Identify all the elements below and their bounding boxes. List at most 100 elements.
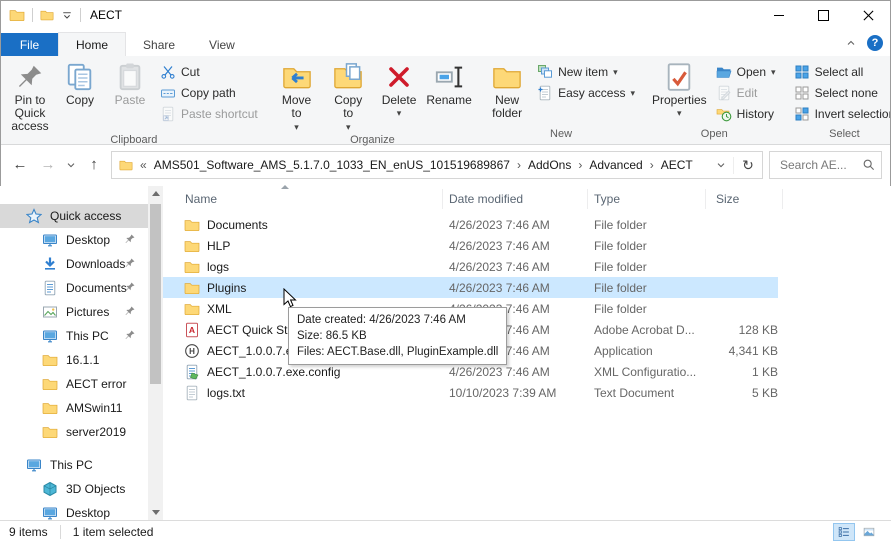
copy-to-button[interactable]: Copy to ▾ <box>322 59 374 133</box>
dropdown-caret-icon: ▾ <box>397 109 402 117</box>
search-icon <box>862 158 876 172</box>
select-none-button[interactable]: Select none <box>789 82 891 103</box>
recent-locations-icon[interactable] <box>65 159 77 171</box>
help-button[interactable]: ? <box>867 35 883 51</box>
file-row-hlp[interactable]: HLP 4/26/2023 7:46 AM File folder <box>163 235 778 256</box>
breadcrumb-advanced[interactable]: Advanced <box>589 158 642 172</box>
details-view-button[interactable] <box>833 523 855 541</box>
address-bar[interactable]: « AMS501_Software_AMS_5.1.7.0_1033_EN_en… <box>112 152 709 178</box>
copy-path-button[interactable]: Copy path <box>155 82 263 103</box>
tab-file[interactable]: File <box>1 33 58 56</box>
copy-icon <box>65 62 95 92</box>
text-document-icon <box>184 385 200 401</box>
large-icons-view-button[interactable] <box>858 523 880 541</box>
copy-button[interactable]: Copy <box>55 59 105 107</box>
back-button[interactable]: ← <box>9 154 31 176</box>
paste-button[interactable]: Paste <box>105 59 155 107</box>
search-input[interactable] <box>778 157 858 173</box>
close-button[interactable] <box>846 0 891 30</box>
breadcrumb-separator: › <box>514 158 524 172</box>
sidebar-item-this-pc[interactable]: This PC <box>0 453 148 477</box>
invert-selection-button[interactable]: Invert selection <box>789 103 891 124</box>
open-button[interactable]: Open ▾ <box>711 61 781 82</box>
paste-shortcut-button[interactable]: Paste shortcut <box>155 103 263 124</box>
file-row-logs[interactable]: logs 4/26/2023 7:46 AM File folder <box>163 256 778 277</box>
qat-customize-icon[interactable] <box>61 9 73 21</box>
sidebar-scrollbar[interactable] <box>148 186 163 520</box>
collapse-ribbon-icon[interactable] <box>845 37 857 49</box>
scrollbar-thumb[interactable] <box>150 204 161 384</box>
breadcrumb-addons[interactable]: AddOns <box>528 158 571 172</box>
refresh-button[interactable]: ↻ <box>733 157 762 174</box>
maximize-button[interactable] <box>801 0 846 30</box>
file-row-documents[interactable]: Documents 4/26/2023 7:46 AM File folder <box>163 214 778 235</box>
edit-button[interactable]: Edit <box>711 82 781 103</box>
dropdown-caret-icon: ▾ <box>346 122 351 132</box>
file-explorer-window: AECT File Home Share View ? Pin to Quick… <box>0 0 891 542</box>
sidebar-item-downloads[interactable]: Downloads <box>0 252 148 276</box>
ribbon-group-select: Select all Select none Invert selection … <box>786 57 891 144</box>
delete-button[interactable]: Delete ▾ <box>374 59 424 117</box>
select-all-button[interactable]: Select all <box>789 61 891 82</box>
easy-access-button[interactable]: Easy access ▾ <box>532 82 640 103</box>
history-button[interactable]: History <box>711 103 781 124</box>
breadcrumb-root[interactable]: AMS501_Software_AMS_5.1.7.0_1033_EN_enUS… <box>154 158 510 172</box>
sidebar-item-3d-objects[interactable]: 3D Objects <box>0 477 148 501</box>
search-box[interactable] <box>769 151 882 179</box>
tab-view[interactable]: View <box>192 33 252 56</box>
minimize-button[interactable] <box>756 0 801 30</box>
forward-button[interactable]: → <box>37 154 59 176</box>
column-header-date-modified[interactable]: Date modified <box>443 189 588 209</box>
scroll-down-button[interactable] <box>148 505 163 520</box>
column-header-name[interactable]: Name <box>163 189 443 209</box>
invert-selection-icon <box>794 106 810 122</box>
breadcrumb-overflow-icon[interactable]: « <box>137 158 150 172</box>
qat-folder-icon[interactable] <box>40 8 54 22</box>
file-row-plugins-selected[interactable]: Plugins 4/26/2023 7:46 AM File folder <box>163 277 778 298</box>
pin-to-quick-access-button[interactable]: Pin to Quick access <box>5 59 55 133</box>
folder-icon <box>184 217 200 233</box>
cut-button[interactable]: Cut <box>155 61 263 82</box>
desktop-icon <box>42 232 58 248</box>
move-to-icon <box>282 62 312 92</box>
sidebar-item-desktop-pc[interactable]: Desktop <box>0 501 148 520</box>
sidebar-item-documents[interactable]: Documents <box>0 276 148 300</box>
column-header-type[interactable]: Type <box>588 189 706 209</box>
folder-icon <box>184 238 200 254</box>
minimize-icon <box>774 15 784 16</box>
downloads-icon <box>42 256 58 272</box>
column-header-size[interactable]: Size <box>706 189 783 209</box>
file-row-logs-txt[interactable]: logs.txt 10/10/2023 7:39 AM Text Documen… <box>163 382 778 403</box>
new-item-button[interactable]: New item ▾ <box>532 61 640 82</box>
address-dropdown-button[interactable] <box>709 159 733 171</box>
sidebar-item-desktop[interactable]: Desktop <box>0 228 148 252</box>
sidebar-item-this-pc-pinned[interactable]: This PC <box>0 324 148 348</box>
sidebar-item-1611[interactable]: 16.1.1 <box>0 348 148 372</box>
sidebar-item-aect-error[interactable]: AECT error <box>0 372 148 396</box>
sidebar-item-quick-access[interactable]: Quick access <box>0 204 148 228</box>
sidebar-item-server2019[interactable]: server2019 <box>0 420 148 444</box>
xml-config-icon <box>184 364 200 380</box>
new-folder-button[interactable]: New folder <box>482 59 532 120</box>
folder-icon <box>42 352 58 368</box>
window-controls <box>756 0 891 30</box>
properties-button[interactable]: Properties ▾ <box>648 59 711 117</box>
dropdown-caret-icon: ▾ <box>677 109 682 117</box>
rename-icon <box>434 62 464 92</box>
sidebar-item-pictures[interactable]: Pictures <box>0 300 148 324</box>
breadcrumb-separator: › <box>647 158 657 172</box>
tooltip-files: Files: AECT.Base.dll, PluginExample.dll <box>297 344 498 360</box>
rename-button[interactable]: Rename <box>424 59 474 107</box>
tab-share[interactable]: Share <box>126 33 192 56</box>
tab-home[interactable]: Home <box>58 32 126 56</box>
up-button[interactable]: ↑ <box>83 154 105 176</box>
desktop-icon <box>42 505 58 520</box>
titlebar[interactable]: AECT <box>0 0 891 30</box>
sidebar-item-amswin11[interactable]: AMSwin11 <box>0 396 148 420</box>
move-to-button[interactable]: Move to ▾ <box>271 59 323 133</box>
dropdown-caret-icon: ▾ <box>771 68 776 76</box>
scroll-up-button[interactable] <box>148 186 163 201</box>
breadcrumb-aect[interactable]: AECT <box>661 158 693 172</box>
status-divider <box>60 525 61 539</box>
group-label-organize: Organize <box>268 133 477 148</box>
